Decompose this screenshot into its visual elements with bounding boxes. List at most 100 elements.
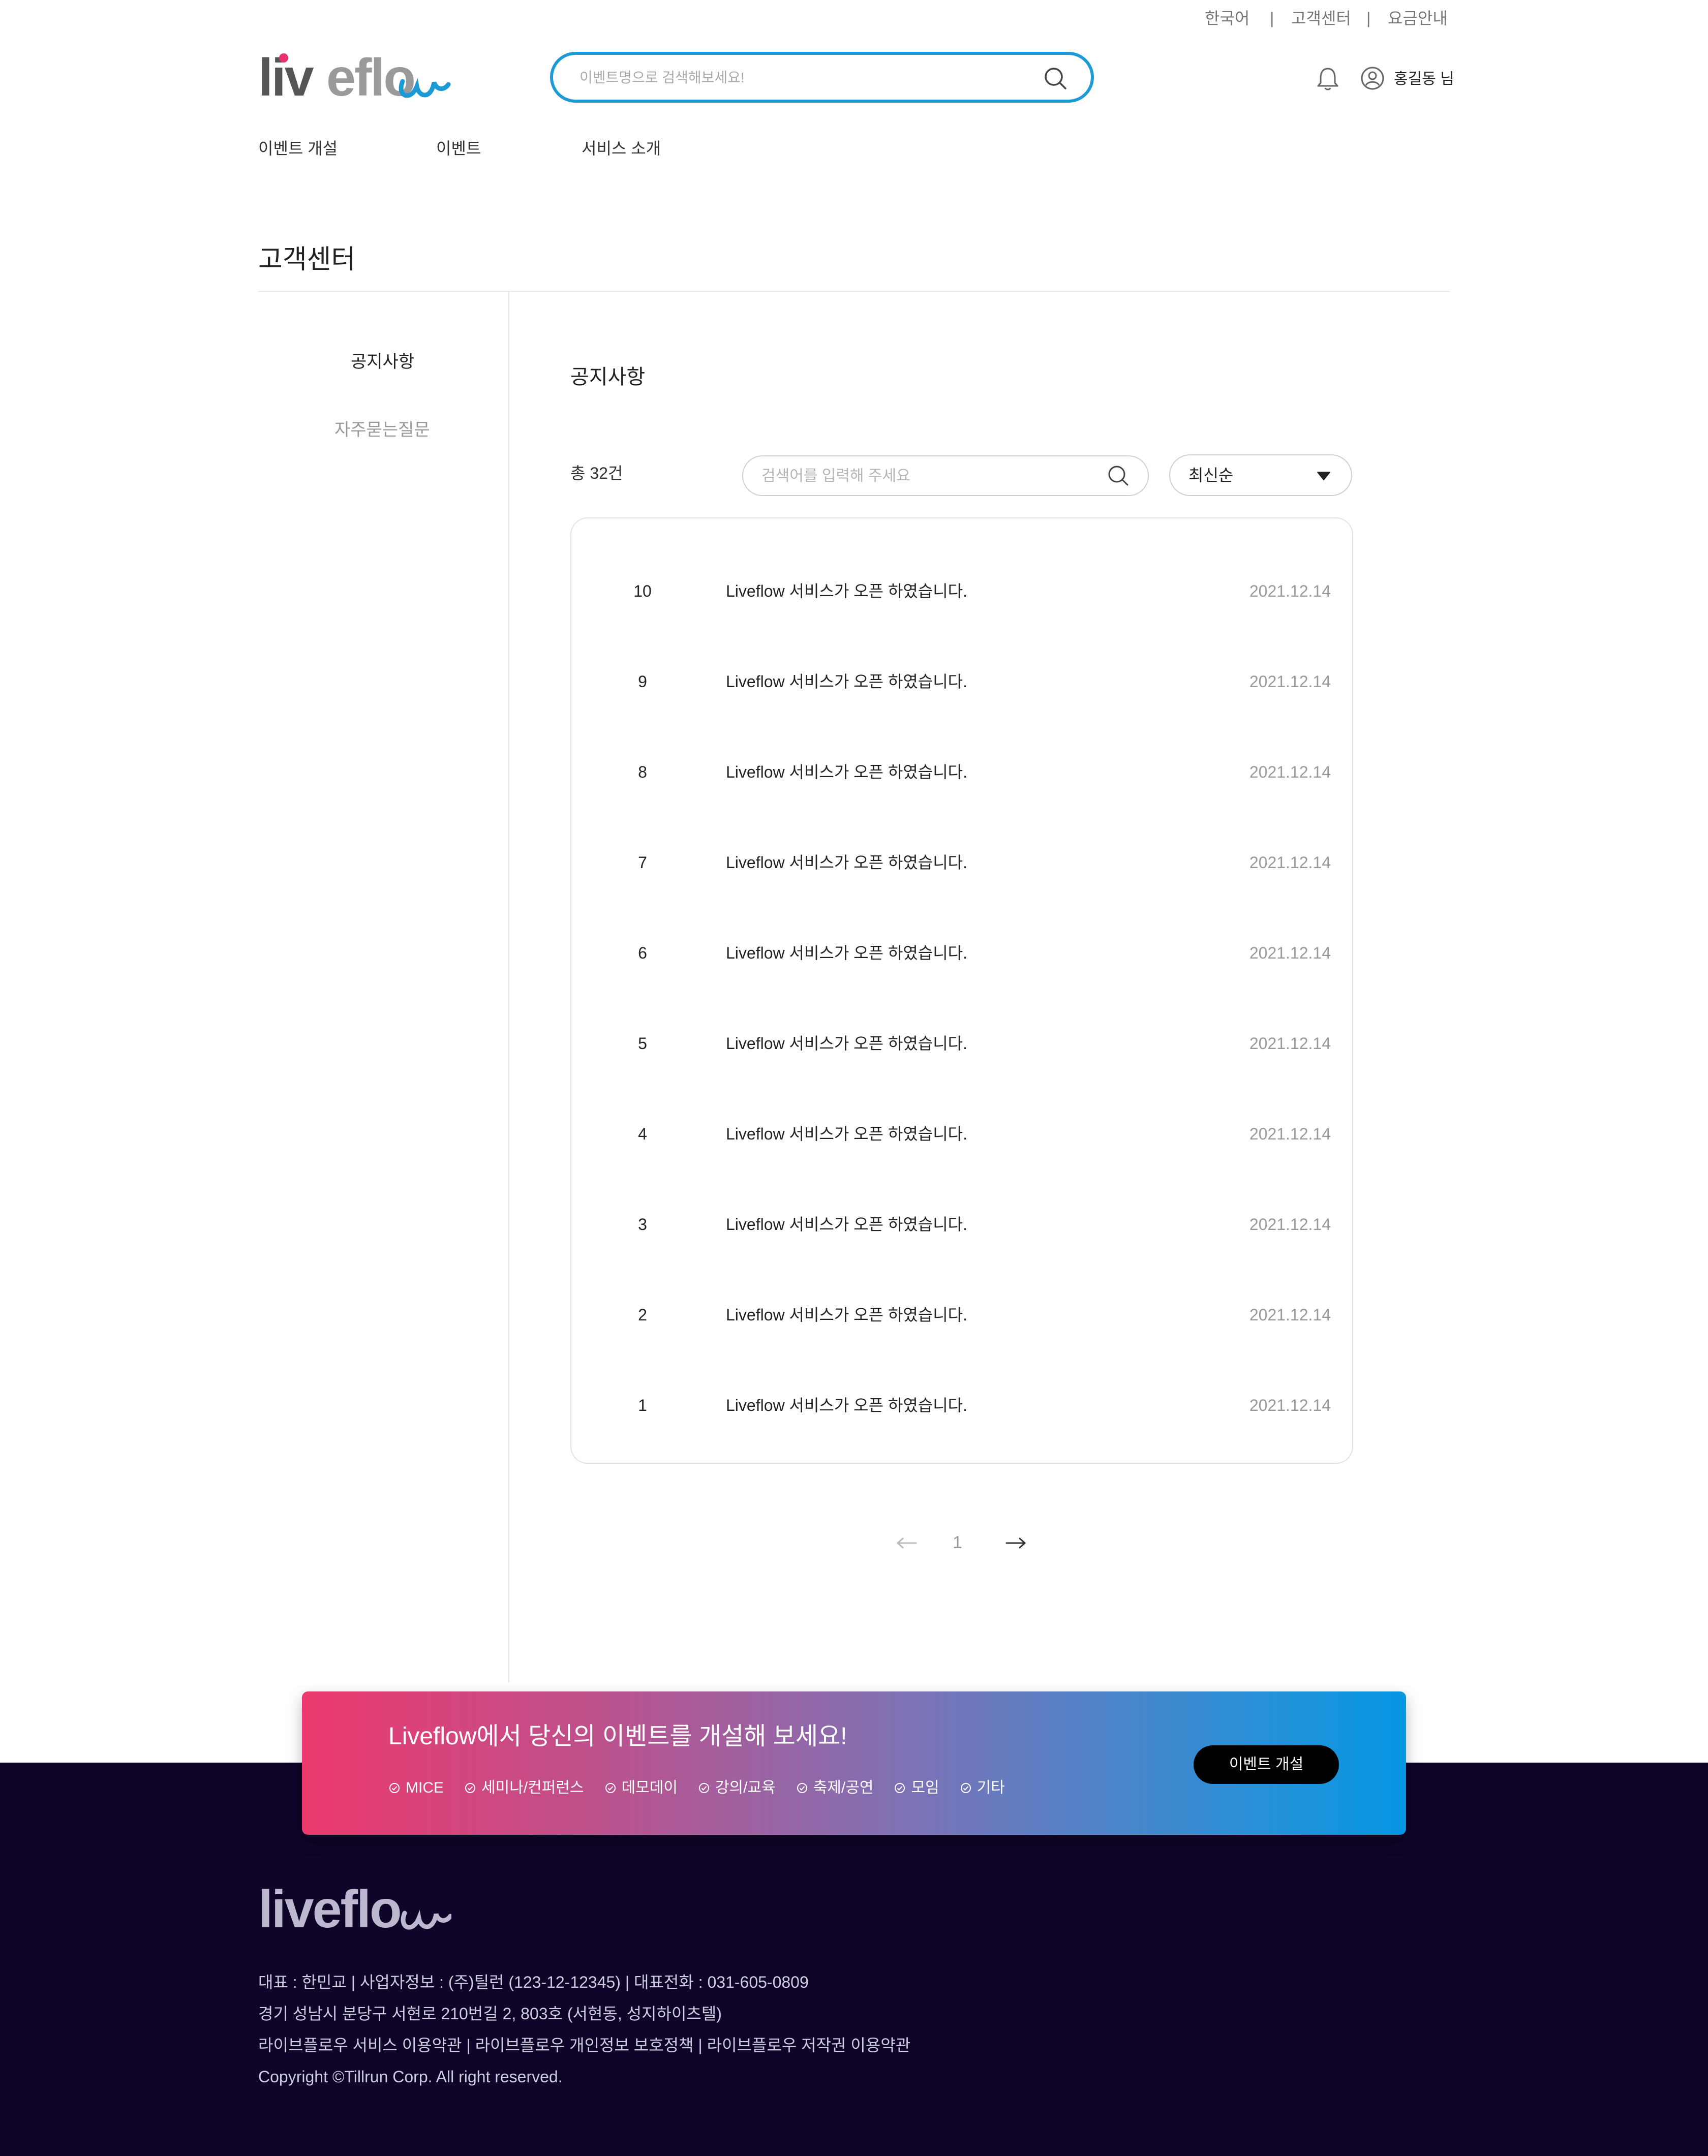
row-date: 2021.12.14 (1249, 1215, 1331, 1234)
page-title: 고객센터 (258, 245, 356, 274)
table-row[interactable]: 3 Liveflow 서비스가 오픈 하였습니다. 2021.12.14 (571, 1180, 1352, 1271)
row-number: 6 (638, 944, 647, 962)
row-number: 5 (638, 1034, 647, 1053)
user-name[interactable]: 홍길동 님 (1394, 68, 1454, 90)
user-circle-icon[interactable] (1358, 64, 1387, 93)
caret-down-icon (1316, 469, 1332, 483)
table-row[interactable]: 1 Liveflow 서비스가 오픈 하였습니다. 2021.12.14 (571, 1361, 1352, 1452)
header-logo[interactable]: liv eflo (258, 48, 451, 107)
util-separator: | (1270, 9, 1274, 27)
bell-icon[interactable] (1314, 64, 1342, 93)
support-link[interactable]: 고객센터 (1291, 7, 1351, 29)
sidebar-item-faq[interactable]: 자주묻는질문 (334, 418, 430, 442)
row-number: 8 (638, 763, 647, 781)
banner-tag-label: 축제/공연 (813, 1779, 874, 1796)
notice-list: 10 Liveflow 서비스가 오픈 하였습니다. 2021.12.14 9 … (570, 517, 1353, 1464)
svg-text:liveflo: liveflo (258, 1883, 401, 1938)
check-circle-icon (698, 1783, 709, 1793)
row-title[interactable]: Liveflow 서비스가 오픈 하였습니다. (726, 941, 967, 965)
banner-tag-label: 강의/교육 (715, 1779, 776, 1796)
banner-tag: 세미나/컨퍼런스 (464, 1778, 584, 1798)
row-title[interactable]: Liveflow 서비스가 오픈 하였습니다. (726, 851, 967, 874)
banner-tag: 강의/교육 (698, 1778, 776, 1798)
table-row[interactable]: 2 Liveflow 서비스가 오픈 하였습니다. 2021.12.14 (571, 1271, 1352, 1361)
table-row[interactable]: 7 Liveflow 서비스가 오픈 하였습니다. 2021.12.14 (571, 818, 1352, 909)
row-title[interactable]: Liveflow 서비스가 오픈 하였습니다. (726, 670, 967, 693)
table-row[interactable]: 4 Liveflow 서비스가 오픈 하였습니다. 2021.12.14 (571, 1090, 1352, 1180)
row-title[interactable]: Liveflow 서비스가 오픈 하였습니다. (726, 1032, 967, 1055)
footer-company-info: 대표 : 한민교 | 사업자정보 : (주)틸런 (123-12-12345) … (258, 1973, 809, 1991)
row-date: 2021.12.14 (1249, 1034, 1331, 1053)
page-number[interactable]: 1 (953, 1530, 962, 1555)
footer-copyright: Copyright ©Tillrun Corp. All right reser… (258, 2068, 563, 2086)
row-number: 1 (638, 1396, 647, 1414)
create-event-banner: Liveflow에서 당신의 이벤트를 개설해 보세요! MICE 세미나/컨퍼… (302, 1691, 1406, 1835)
row-date: 2021.12.14 (1249, 1306, 1331, 1324)
row-date: 2021.12.14 (1249, 944, 1331, 962)
check-circle-icon (895, 1783, 905, 1793)
sort-selected-value: 최신순 (1188, 466, 1234, 484)
table-row[interactable]: 8 Liveflow 서비스가 오픈 하였습니다. 2021.12.14 (571, 728, 1352, 818)
check-circle-icon (797, 1783, 807, 1793)
arrow-left-icon[interactable] (893, 1533, 921, 1553)
row-title[interactable]: Liveflow 서비스가 오픈 하였습니다. (726, 1122, 967, 1146)
banner-tag: 기타 (960, 1778, 1005, 1798)
nav-service-intro[interactable]: 서비스 소개 (582, 137, 661, 160)
search-icon[interactable] (1041, 64, 1070, 93)
sidebar-item-notice[interactable]: 공지사항 (351, 350, 414, 374)
banner-tag: MICE (388, 1778, 444, 1798)
pricing-link[interactable]: 요금안내 (1388, 7, 1448, 29)
row-date: 2021.12.14 (1249, 853, 1331, 872)
language-link[interactable]: 한국어 (1205, 7, 1249, 29)
row-title[interactable]: Liveflow 서비스가 오픈 하였습니다. (726, 1303, 967, 1327)
footer-logo[interactable]: liveflo (258, 1880, 453, 1939)
banner-tag-list: MICE 세미나/컨퍼런스 데모데이 강의/교육 축제/공연 모임 기타 (388, 1778, 1005, 1798)
banner-tag: 축제/공연 (796, 1778, 874, 1798)
svg-text:eflo: eflo (326, 51, 414, 107)
row-number: 10 (633, 582, 652, 600)
table-row[interactable]: 9 Liveflow 서비스가 오픈 하였습니다. 2021.12.14 (571, 637, 1352, 728)
row-date: 2021.12.14 (1249, 672, 1331, 691)
banner-create-event-button[interactable]: 이벤트 개설 (1194, 1745, 1339, 1784)
row-title[interactable]: Liveflow 서비스가 오픈 하였습니다. (726, 760, 967, 784)
arrow-right-icon[interactable] (1001, 1533, 1030, 1553)
banner-tag-label: 모임 (911, 1779, 939, 1796)
check-circle-icon (389, 1783, 400, 1793)
banner-tag: 모임 (894, 1778, 939, 1798)
header-search-input[interactable] (578, 64, 1013, 91)
table-row[interactable]: 6 Liveflow 서비스가 오픈 하였습니다. 2021.12.14 (571, 909, 1352, 999)
banner-tag: 데모데이 (604, 1778, 678, 1798)
header-search-box[interactable] (550, 52, 1094, 103)
sort-select[interactable]: 최신순 (1169, 454, 1352, 496)
title-divider (258, 291, 1450, 292)
row-title[interactable]: Liveflow 서비스가 오픈 하였습니다. (726, 1394, 967, 1417)
row-title[interactable]: Liveflow 서비스가 오픈 하였습니다. (726, 579, 967, 603)
banner-tag-label: 데모데이 (621, 1779, 678, 1796)
banner-tag-label: MICE (406, 1779, 444, 1796)
notice-search-input[interactable] (760, 464, 1093, 489)
row-number: 3 (638, 1215, 647, 1234)
row-date: 2021.12.14 (1249, 582, 1331, 600)
banner-tag-label: 기타 (977, 1779, 1005, 1796)
total-count: 총 32건 (570, 464, 623, 482)
liveflow-logo: liveflo (258, 1880, 453, 1939)
row-date: 2021.12.14 (1249, 1125, 1331, 1143)
notice-search-box[interactable] (742, 455, 1149, 496)
liveflow-logo: liv eflo (258, 48, 451, 107)
search-icon[interactable] (1105, 463, 1132, 489)
banner-title: Liveflow에서 당신의 이벤트를 개설해 보세요! (388, 1723, 847, 1750)
sidebar-divider (508, 292, 509, 1682)
section-title: 공지사항 (570, 366, 646, 388)
table-row[interactable]: 5 Liveflow 서비스가 오픈 하였습니다. 2021.12.14 (571, 999, 1352, 1090)
nav-create-event[interactable]: 이벤트 개설 (258, 137, 338, 160)
row-date: 2021.12.14 (1249, 1396, 1331, 1414)
nav-events[interactable]: 이벤트 (436, 137, 481, 160)
footer-policy-links[interactable]: 라이브플로우 서비스 이용약관 | 라이브플로우 개인정보 보호정책 | 라이브… (258, 2034, 910, 2056)
banner-tag-label: 세미나/컨퍼런스 (481, 1779, 584, 1796)
table-row[interactable]: 10 Liveflow 서비스가 오픈 하였습니다. 2021.12.14 (571, 547, 1352, 637)
check-circle-icon (605, 1783, 616, 1793)
row-number: 2 (638, 1306, 647, 1324)
check-circle-icon (960, 1783, 971, 1793)
row-title[interactable]: Liveflow 서비스가 오픈 하였습니다. (726, 1213, 967, 1236)
row-number: 7 (638, 853, 647, 872)
